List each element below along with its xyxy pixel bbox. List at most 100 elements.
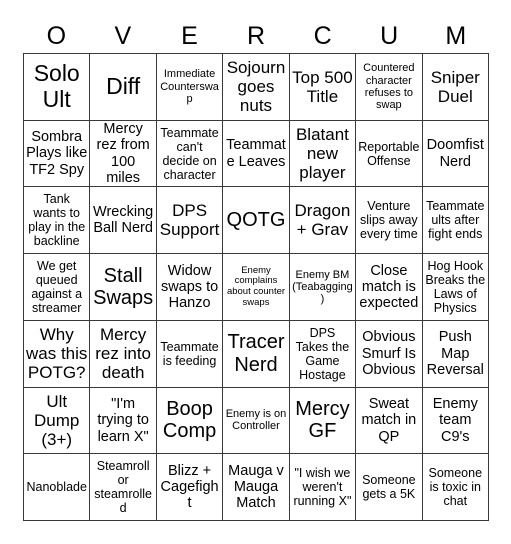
bingo-cell[interactable]: Someone gets a 5K [356,454,423,521]
bingo-cell[interactable]: Doomfist Nerd [422,120,489,188]
bingo-header-letter: U [380,22,399,50]
bingo-cell-label: Dragon + Grav [294,201,351,240]
bingo-cell[interactable]: Teammate Leaves [223,120,290,188]
bingo-cell[interactable]: Mauga v Mauga Match [223,454,290,521]
bingo-cell[interactable]: Immediate Counterswap [156,54,224,121]
bingo-cell-label: QOTG [226,209,286,232]
bingo-cell-label: Mercy GF [295,398,350,443]
bingo-cell[interactable]: DPS Takes the Game Hostage [289,320,357,388]
bingo-cell[interactable]: Wrecking Ball Nerd [90,187,157,255]
bingo-cell[interactable]: Why was this POTG? [24,320,91,388]
bingo-cell-label: DPS Support [159,201,220,240]
bingo-cell-label: Sojourn goes nuts [226,58,286,116]
bingo-cell-label: Close match is expected [359,262,419,312]
bingo-cell-label: Blatant new player [295,125,349,183]
bingo-cell[interactable]: Enemy is on Controller [223,387,290,455]
bingo-cell[interactable]: Widow swaps to Hanzo [156,254,224,321]
bingo-cell[interactable]: Teammate is feeding [156,320,224,388]
bingo-cell[interactable]: Blizz + Cagefight [156,454,224,521]
bingo-cell-label: "I'm trying to learn X" [97,396,149,445]
bingo-cell-label: Venture slips away every time [360,199,418,242]
bingo-cell[interactable]: Reportable Offense [356,120,423,188]
bingo-cell-label: Boop Comp [162,398,217,443]
bingo-cell-label: Doomfist Nerd [426,137,484,170]
bingo-header-letter: R [246,22,266,50]
bingo-cell-label: Reportable Offense [358,139,420,168]
bingo-cell-label: Mercy rez into death [95,325,151,383]
bingo-cell-label: Mercy rez from 100 miles [96,121,150,186]
bingo-cell-label: Someone gets a 5K [362,473,416,502]
bingo-cell-label: Enemy is on Controller [225,408,287,433]
bingo-cell-label: Tracer Nerd [227,331,285,376]
bingo-header-letter: M [445,22,467,50]
bingo-cell-label: Diff [106,72,141,99]
bingo-cell[interactable]: Tank wants to play in the backline [24,187,91,255]
bingo-cell[interactable]: Obvious Smurf Is Obvious [356,320,423,388]
bingo-cell-label: Push Map Reversal [426,329,484,378]
bingo-cell[interactable]: Mercy rez from 100 miles [90,120,157,188]
bingo-cell[interactable]: Teammate ults after fight ends [422,187,489,255]
bingo-cell[interactable]: Teammate can't decide on character [156,120,224,188]
bingo-cell[interactable]: We get queued against a streamer [24,254,91,321]
bingo-cell-label: Sweat match in QP [361,396,417,445]
bingo-header-letter: O [46,22,67,50]
bingo-cell-label: DPS Takes the Game Hostage [295,325,350,382]
bingo-cell[interactable]: Push Map Reversal [422,320,489,388]
bingo-cell[interactable]: Someone is toxic in chat [422,454,489,521]
bingo-cell-label: We get queued against a streamer [31,258,83,315]
bingo-cell-label: Mauga v Mauga Match [228,462,284,512]
bingo-cell[interactable]: "I wish we weren't running X" [289,454,357,521]
bingo-cell-label: Nanoblade [26,480,87,495]
bingo-cell-label: Sniper Duel [430,67,480,106]
bingo-cell-label: Enemy BM (Teabagging) [292,268,353,306]
bingo-cell[interactable]: Close match is expected [356,254,423,321]
bingo-cell-label: Tank wants to play in the backline [28,192,86,249]
bingo-cell-label: Enemy complains about counter swaps [226,264,286,308]
bingo-cell[interactable]: Top 500 Title [289,54,357,121]
bingo-cell[interactable]: DPS Support [156,187,224,255]
bingo-header-letter: E [181,22,198,50]
bingo-cell[interactable]: Sombra Plays like TF2 Spy [24,120,91,188]
bingo-cell[interactable]: Tracer Nerd [223,320,290,388]
bingo-cell[interactable]: Sniper Duel [422,54,489,121]
bingo-cell[interactable]: Venture slips away every time [356,187,423,255]
bingo-cell-label: Solo Ult [33,60,80,112]
bingo-header-letter: C [313,22,332,50]
bingo-cell[interactable]: Mercy GF [289,387,357,455]
bingo-cell-label: Teammate Leaves [226,137,286,170]
bingo-cell[interactable]: Enemy complains about counter swaps [223,254,290,321]
bingo-cell-label: Wrecking Ball Nerd [93,204,154,237]
bingo-cell[interactable]: Countered character refuses to swap [356,54,423,121]
bingo-cell-label: Steamroll or steamrolled [94,459,152,516]
bingo-cell[interactable]: Stall Swaps [90,254,157,321]
bingo-cell-label: Teammate can't decide on character [160,125,219,182]
bingo-cell[interactable]: Sweat match in QP [356,387,423,455]
bingo-cell[interactable]: Steamroll or steamrolled [90,454,157,521]
bingo-cell[interactable]: Sojourn goes nuts [223,54,290,121]
bingo-cell[interactable]: Solo Ult [24,54,91,121]
bingo-cell[interactable]: QOTG [223,187,290,255]
bingo-card: O V E R C U M Solo Ult Diff Immediate Counterswa… [0,0,511,544]
bingo-cell[interactable]: "I'm trying to learn X" [90,387,157,455]
bingo-cell[interactable]: Hog Hook Breaks the Laws of Physics [422,254,489,321]
bingo-cell-label: Teammate is feeding [160,339,219,368]
bingo-cell[interactable]: Mercy rez into death [90,320,157,388]
bingo-cell[interactable]: Boop Comp [156,387,224,455]
bingo-cell-label: Widow swaps to Hanzo [160,262,219,312]
bingo-cell-label: Countered character refuses to swap [363,62,415,112]
bingo-cell-label: Teammate ults after fight ends [426,199,485,242]
bingo-cell-label: "I wish we weren't running X" [293,466,352,509]
bingo-cell[interactable]: Diff [90,54,157,121]
bingo-cell[interactable]: Enemy team C9's [422,387,489,455]
bingo-cell[interactable]: Blatant new player [289,120,357,188]
bingo-cell-label: Obvious Smurf Is Obvious [361,329,416,378]
bingo-cell-label: Stall Swaps [93,264,154,309]
bingo-cell[interactable]: Dragon + Grav [289,187,357,255]
bingo-cell-label: Ult Dump (3+) [34,391,80,449]
bingo-cell[interactable]: Ult Dump (3+) [24,387,91,455]
bingo-cell-label: Hog Hook Breaks the Laws of Physics [425,258,486,315]
bingo-header-letters: OVERCUM [23,20,489,53]
bingo-cell-label: Blizz + Cagefight [160,462,219,512]
bingo-cell[interactable]: Enemy BM (Teabagging) [289,254,357,321]
bingo-cell[interactable]: Nanoblade [24,454,91,521]
